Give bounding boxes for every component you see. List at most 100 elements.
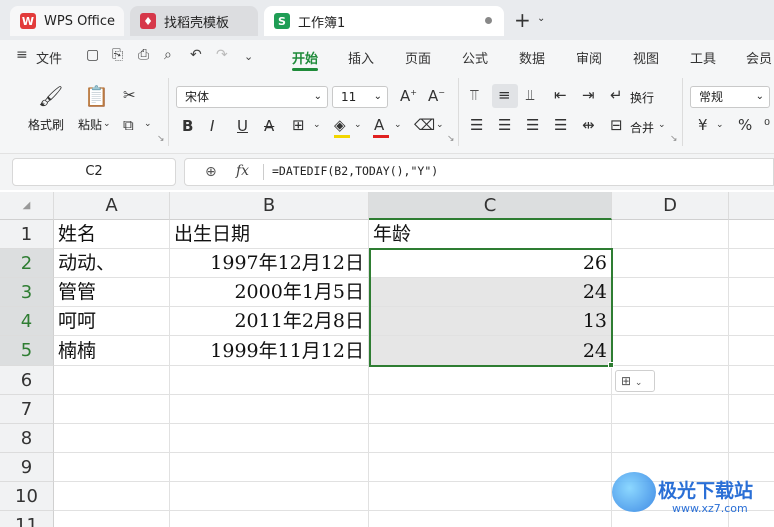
align-left-icon[interactable]: ☰ [470,116,483,134]
tab-workbook[interactable]: S 工作簿1 [264,6,504,36]
empty-row-10[interactable] [369,482,612,511]
empty-row-8[interactable] [170,424,369,453]
percent-icon[interactable]: % [738,116,752,134]
underline-icon[interactable]: U [237,117,248,135]
row-header-3[interactable]: 3 [0,278,54,307]
row-header-6[interactable]: 6 [0,366,54,395]
redo-icon[interactable]: ↷ [216,47,228,63]
empty-row-6[interactable] [729,366,774,395]
cell-c1[interactable]: 年龄 [369,220,612,249]
empty-row-6[interactable] [54,366,170,395]
merge-button[interactable]: 合并 [630,119,654,136]
cell-d5[interactable] [612,336,729,366]
tab-template[interactable]: ♦ 找稻壳模板 [130,6,258,36]
format-painter-button[interactable]: 格式刷 [28,116,64,133]
decrease-indent-icon[interactable]: ⇤ [554,86,567,104]
wrap-text-icon[interactable]: ↵ [610,86,623,104]
empty-row-7[interactable] [170,395,369,424]
empty-row-10[interactable] [170,482,369,511]
column-header-b[interactable]: B [170,192,369,220]
cell-b5[interactable]: 1999年11月12日 [170,336,369,366]
tab-close-dot-icon[interactable] [485,17,492,24]
menu-tab-tools[interactable]: 工具 [690,48,716,67]
undo-icon[interactable]: ↶ [190,47,202,63]
cell-a1[interactable]: 姓名 [54,220,170,249]
menu-tab-home[interactable]: 开始 [292,48,318,67]
hamburger-menu-icon[interactable]: ≡ [16,47,28,63]
menu-tab-insert[interactable]: 插入 [348,48,374,67]
tab-list-chevron-down-icon[interactable]: ⌄ [537,13,545,24]
cell-b4[interactable]: 2011年2月8日 [170,307,369,336]
paste-chevron-down-icon[interactable]: ⌄ [103,119,111,129]
fill-color-icon[interactable]: ◈ [334,116,346,134]
cell-d3[interactable] [612,278,729,307]
cell-d4[interactable] [612,307,729,336]
italic-icon[interactable]: I [210,117,214,135]
align-bottom-icon[interactable]: ⫫ [526,86,534,104]
dialog-launcher-icon[interactable]: ↘ [157,134,165,144]
empty-row-6[interactable] [369,366,612,395]
clear-chevron-down-icon[interactable]: ⌄ [436,120,444,130]
cell-b1[interactable]: 出生日期 [170,220,369,249]
copy-icon[interactable]: ⧉ [123,116,134,134]
number-format-select[interactable]: 常规 ⌄ [690,86,770,108]
copy-chevron-down-icon[interactable]: ⌄ [144,119,152,129]
increase-font-icon[interactable]: A+ [400,87,417,105]
menu-tab-review[interactable]: 审阅 [576,48,602,67]
menu-tab-formula[interactable]: 公式 [462,48,488,67]
column-header-e[interactable] [729,192,774,220]
auto-fill-options-button[interactable]: ⊞ ⌄ [615,370,655,392]
menu-tab-view[interactable]: 视图 [633,48,659,67]
border-chevron-down-icon[interactable]: ⌄ [313,120,321,130]
cell-a2[interactable]: 动动、 [54,249,170,278]
row-header-4[interactable]: 4 [0,307,54,336]
formula-input[interactable]: =DATEDIF(B2,TODAY(),"Y") [272,164,438,178]
increase-indent-icon[interactable]: ⇥ [582,86,595,104]
cell-a4[interactable]: 呵呵 [54,307,170,336]
empty-row-9[interactable] [369,453,612,482]
cell-a5[interactable]: 楠楠 [54,336,170,366]
column-header-c[interactable]: C [369,192,612,220]
cell-e2[interactable] [729,249,774,278]
row-header-9[interactable]: 9 [0,453,54,482]
cell-b2[interactable]: 1997年12月12日 [170,249,369,278]
empty-row-11[interactable] [170,511,369,527]
border-icon[interactable]: ⊞ [292,116,305,134]
empty-row-10[interactable] [54,482,170,511]
empty-row-7[interactable] [369,395,612,424]
share-icon[interactable]: ⎘ [112,47,123,63]
cell-a3[interactable]: 管管 [54,278,170,307]
fill-handle[interactable] [608,362,614,368]
align-center-icon[interactable]: ☰ [498,116,511,134]
cell-d1[interactable] [612,220,729,249]
row-header-5[interactable]: 5 [0,336,54,366]
empty-row-7[interactable] [729,395,774,424]
justify-icon[interactable]: ☰ [554,116,567,134]
select-all-corner[interactable]: ◢ [0,192,54,220]
bold-icon[interactable]: B [182,117,193,135]
empty-row-8[interactable] [729,424,774,453]
font-color-chevron-down-icon[interactable]: ⌄ [394,120,402,130]
quick-access-chevron-icon[interactable]: ⌄ [244,50,253,63]
merge-chevron-down-icon[interactable]: ⌄ [658,120,666,130]
empty-row-7[interactable] [54,395,170,424]
cell-e1[interactable] [729,220,774,249]
cell-e5[interactable] [729,336,774,366]
fill-chevron-down-icon[interactable]: ⌄ [354,120,362,130]
cell-e3[interactable] [729,278,774,307]
menu-tab-page[interactable]: 页面 [405,48,431,67]
align-right-icon[interactable]: ☰ [526,116,539,134]
cell-d2[interactable] [612,249,729,278]
thousands-icon[interactable]: ⁰ [764,116,770,134]
menu-tab-member[interactable]: 会员 [746,48,772,67]
row-header-10[interactable]: 10 [0,482,54,511]
empty-row-9[interactable] [54,453,170,482]
empty-row-8[interactable] [612,424,729,453]
paste-button[interactable]: 粘贴 [78,116,102,133]
menu-tab-data[interactable]: 数据 [519,48,545,67]
row-header-8[interactable]: 8 [0,424,54,453]
align-top-icon[interactable]: ⫪ [470,86,478,104]
zoom-formula-icon[interactable]: ⊕ [205,164,217,180]
dialog-launcher-icon[interactable]: ↘ [447,134,455,144]
print-icon[interactable]: ⎙ [138,47,149,63]
